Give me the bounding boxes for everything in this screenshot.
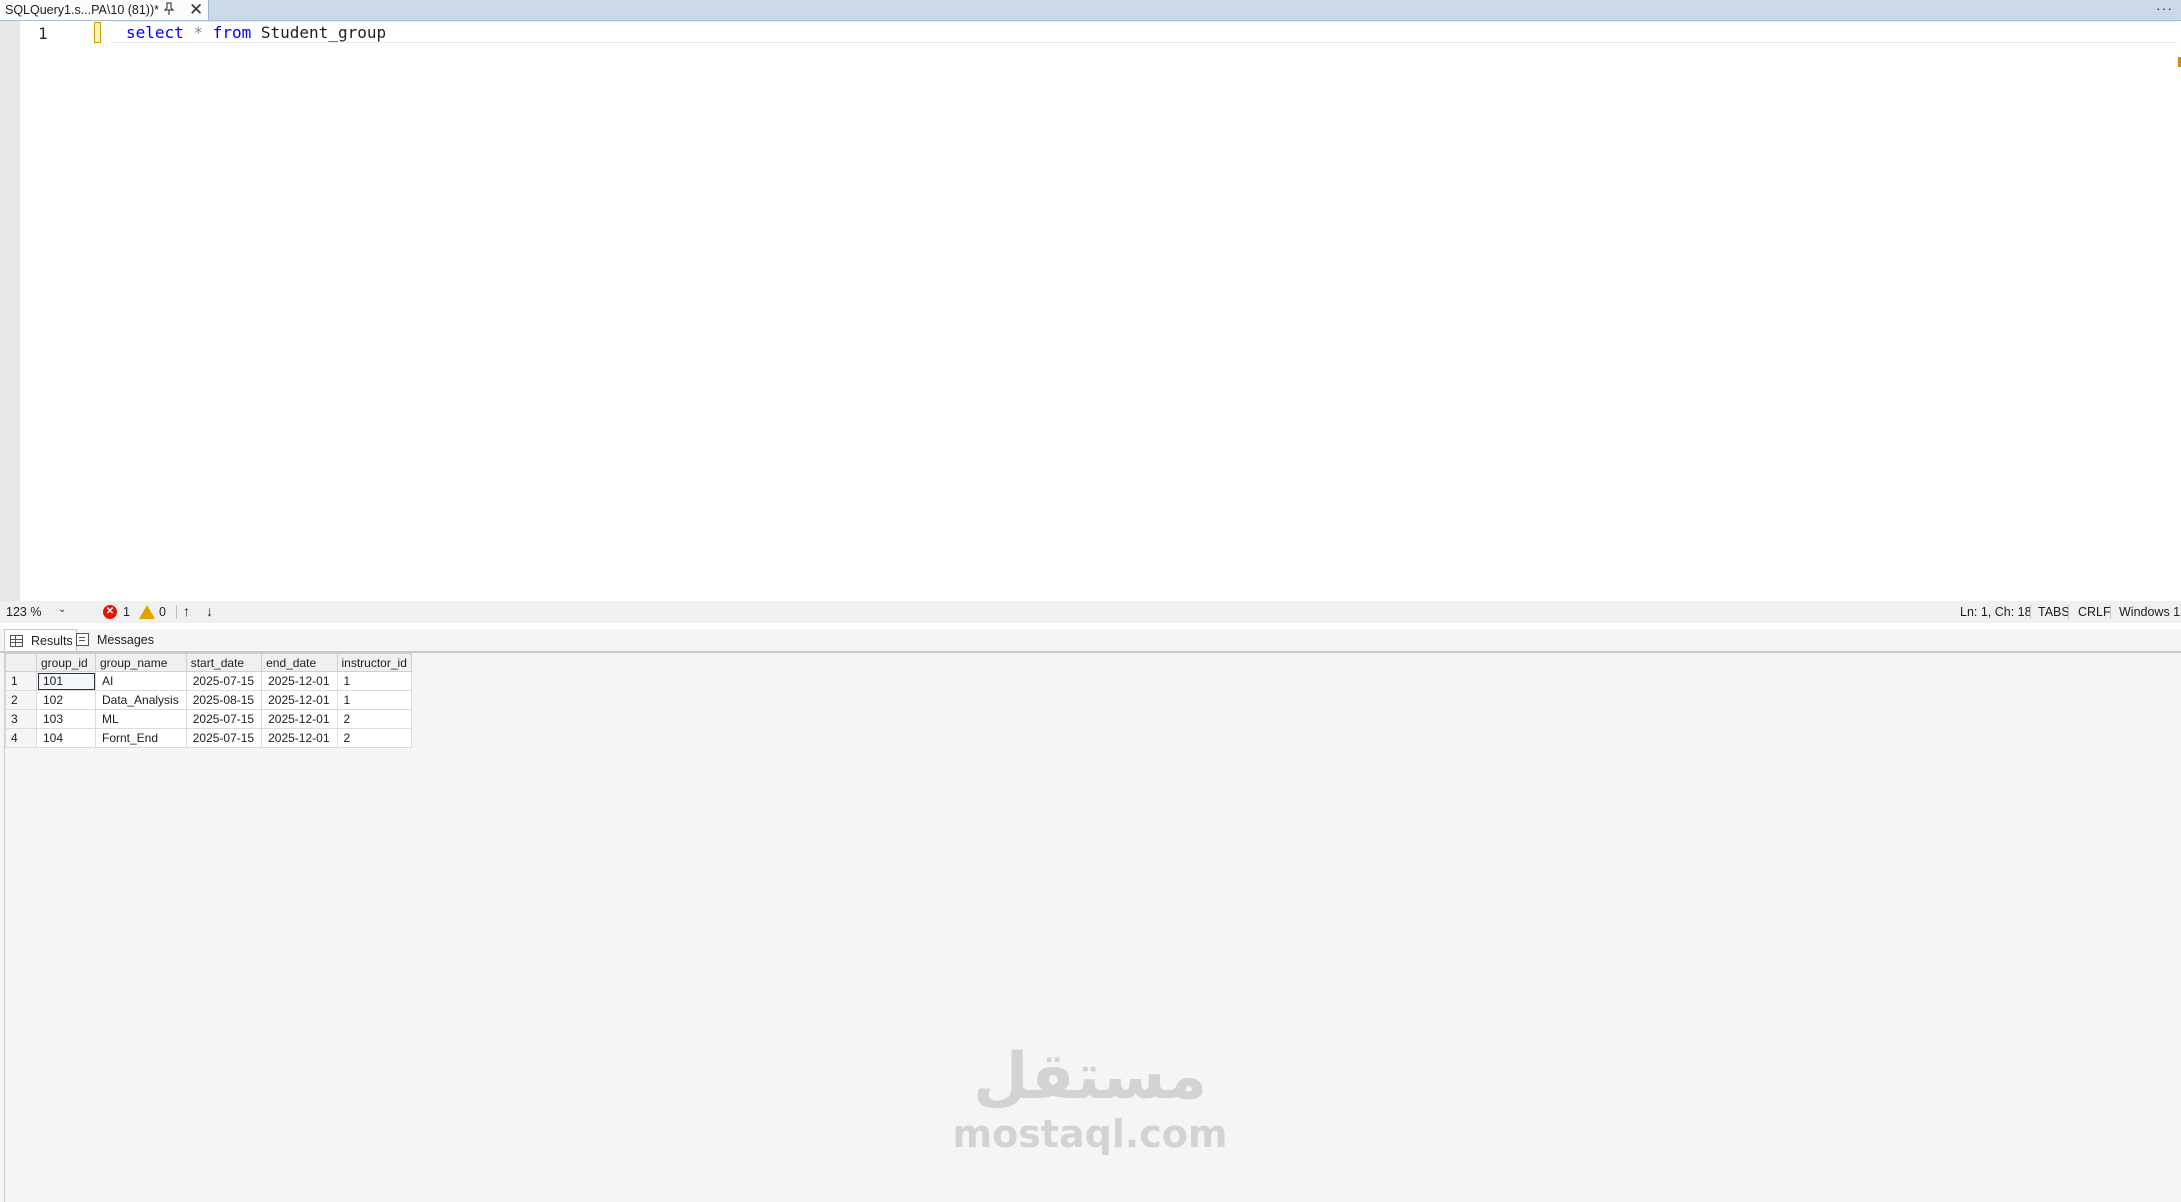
grid-cell[interactable]: 2025-12-01 [261,709,338,729]
column-header[interactable]: group_id [36,653,96,672]
separator [2110,605,2111,619]
table-row[interactable]: 3 103 ML 2025-07-15 2025-12-01 2 [5,709,412,729]
grid-cell[interactable]: 2025-08-15 [185,690,263,710]
zoom-value: 123 % [6,605,42,619]
document-tab-title: SQLQuery1.s...PA\10 (81))* [5,3,159,17]
change-tracking-marker [94,22,101,43]
operator-star: * [193,23,204,42]
document-tab[interactable]: SQLQuery1.s...PA\10 (81))* ✕ [0,0,209,20]
keyword-select: select [126,23,184,42]
warning-icon[interactable] [139,605,155,619]
separator [176,605,177,619]
table-identifier: Student_group [260,23,387,42]
warning-count[interactable]: 0 [159,605,166,619]
table-row[interactable]: 2 102 Data_Analysis 2025-08-15 2025-12-0… [5,690,412,710]
line-ending[interactable]: CRLF [2078,605,2111,619]
grid-cell[interactable]: 102 [36,690,96,710]
grid-header-row: group_id group_name start_date end_date … [5,653,412,672]
separator [2030,605,2031,619]
results-tab-bar: Results Messages [0,629,2181,653]
grid-cell[interactable]: 2025-07-15 [185,709,263,729]
messages-icon [76,633,89,646]
grid-cell[interactable]: Fornt_End [95,728,187,748]
query-editor[interactable]: 1 select * from Student_group [0,21,2181,601]
watermark-arabic: مستقل [972,1040,1208,1114]
grid-cell[interactable]: 1 [336,671,412,691]
grid-cell[interactable]: 2025-07-15 [185,671,263,691]
grid-cell[interactable]: 2025-07-15 [185,728,263,748]
grid-cell[interactable]: Data_Analysis [95,690,187,710]
arrow-down-icon[interactable]: ↓ [206,603,213,619]
grid-cell[interactable]: ML [95,709,187,729]
tab-messages[interactable]: Messages [76,629,156,650]
code-line[interactable]: select * from Student_group [126,23,386,42]
watermark-latin: mostaql.com [952,1112,1228,1156]
encoding[interactable]: Windows 12 [2119,605,2181,619]
row-number[interactable]: 3 [5,709,37,729]
row-number-header[interactable] [5,653,37,672]
indent-mode[interactable]: TABS [2038,605,2070,619]
tab-results-label: Results [31,633,73,648]
grid-cell[interactable]: 104 [36,728,96,748]
row-number[interactable]: 4 [5,728,37,748]
arrow-up-icon[interactable]: ↑ [183,603,190,619]
results-grid[interactable]: group_id group_name start_date end_date … [5,653,412,748]
pin-icon[interactable] [163,2,175,19]
separator [2068,605,2069,619]
grid-cell[interactable]: 101 [36,671,96,691]
editor-status-bar: 123 % ⌄ ✕ 1 0 ↑ ↓ Ln: 1, Ch: 18 TABS CRL… [0,601,2181,623]
chevron-down-icon[interactable]: ⌄ [58,604,66,615]
grid-icon [10,634,23,647]
table-row[interactable]: 1 101 AI 2025-07-15 2025-12-01 1 [5,671,412,691]
grid-cell[interactable]: 2025-12-01 [261,690,338,710]
column-header[interactable]: instructor_id [336,653,412,672]
tab-messages-label: Messages [97,632,154,647]
error-count[interactable]: 1 [123,605,130,619]
tab-overflow-menu[interactable]: ··· [2156,0,2173,16]
grid-cell[interactable]: 2 [336,709,412,729]
cursor-position[interactable]: Ln: 1, Ch: 18 [1960,605,2032,619]
close-icon[interactable]: ✕ [189,0,203,20]
row-number[interactable]: 1 [5,671,37,691]
column-header[interactable]: end_date [261,653,338,672]
grid-cell[interactable]: 2025-12-01 [261,728,338,748]
current-line-highlight [112,21,2177,43]
grid-cell[interactable]: 2 [336,728,412,748]
tab-results[interactable]: Results [4,629,77,651]
grid-cell[interactable]: AI [95,671,187,691]
error-icon[interactable]: ✕ [103,605,117,619]
editor-margin [0,21,20,601]
table-row[interactable]: 4 104 Fornt_End 2025-07-15 2025-12-01 2 [5,728,412,748]
keyword-from: from [212,23,252,42]
grid-cell[interactable]: 2025-12-01 [261,671,338,691]
document-tab-strip: SQLQuery1.s...PA\10 (81))* ✕ ··· [0,0,2181,21]
grid-cell[interactable]: 1 [336,690,412,710]
grid-cell[interactable]: 103 [36,709,96,729]
column-header[interactable]: start_date [185,653,263,672]
line-number: 1 [38,24,48,43]
row-number[interactable]: 2 [5,690,37,710]
watermark: مستقل mostaql.com [945,1040,1235,1154]
column-header[interactable]: group_name [95,653,187,672]
